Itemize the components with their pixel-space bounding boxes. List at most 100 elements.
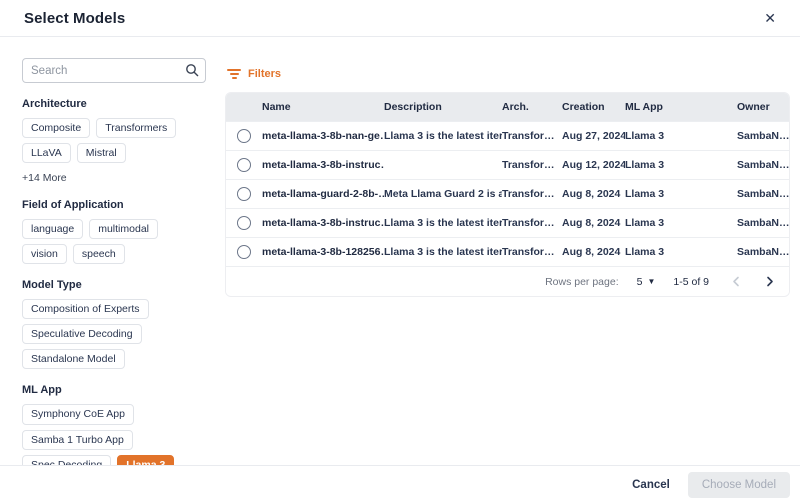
dialog-body: Architecture Composite Transformers LLaV… <box>0 37 800 465</box>
column-header[interactable]: Description <box>384 101 502 113</box>
model-name: meta-llama-3-8b-128256… <box>262 246 384 258</box>
filter-chip[interactable]: speech <box>73 244 125 264</box>
filter-chip[interactable]: Standalone Model <box>22 349 125 369</box>
model-name: meta-llama-3-8b-instruc… <box>262 217 384 229</box>
next-page-icon[interactable] <box>764 276 775 287</box>
table-body: meta-llama-3-8b-nan-ge… Llama 3 is the l… <box>226 121 789 266</box>
filter-chip[interactable]: Transformers <box>96 118 176 138</box>
select-models-dialog: Select Models ✕ Architecture <box>0 0 800 504</box>
pagination-nav <box>731 276 775 287</box>
filter-section-heading: Architecture <box>22 98 206 110</box>
row-radio-cell <box>226 216 262 230</box>
model-arch: Transfor… <box>502 246 562 258</box>
table-pagination: Rows per page: 5 ▼ 1-5 of 9 <box>226 266 789 296</box>
model-description: Llama 3 is the latest itera… <box>384 217 502 229</box>
filter-chip[interactable]: LLaVA <box>22 143 71 163</box>
table-row[interactable]: meta-llama-3-8b-nan-ge… Llama 3 is the l… <box>226 121 789 150</box>
model-name: meta-llama-3-8b-instruc… <box>262 159 384 171</box>
model-description: Llama 3 is the latest itera… <box>384 246 502 258</box>
row-radio-cell <box>226 245 262 259</box>
filter-chip[interactable]: Samba 1 Turbo App <box>22 430 133 450</box>
choose-model-button[interactable]: Choose Model <box>688 472 790 498</box>
model-owner: SambaN… <box>737 159 789 171</box>
column-header[interactable]: ML App <box>625 101 737 113</box>
cancel-button[interactable]: Cancel <box>632 479 670 491</box>
filter-chip[interactable]: Speculative Decoding <box>22 324 142 344</box>
row-radio-cell <box>226 187 262 201</box>
table-row[interactable]: meta-llama-guard-2-8b-… Meta Llama Guard… <box>226 179 789 208</box>
column-header[interactable]: Owner <box>737 101 789 113</box>
filter-icon <box>227 69 241 79</box>
model-description: Meta Llama Guard 2 is an … <box>384 188 502 200</box>
model-arch: Transfor… <box>502 130 562 142</box>
filter-chip[interactable]: multimodal <box>89 219 158 239</box>
model-owner: SambaN… <box>737 246 789 258</box>
model-name: meta-llama-3-8b-nan-ge… <box>262 130 384 142</box>
filter-chip[interactable]: vision <box>22 244 67 264</box>
table-header-row: Name Description Arch. Creation ML App O… <box>226 93 789 121</box>
models-table: Name Description Arch. Creation ML App O… <box>225 92 790 297</box>
filter-chip-group: Composite Transformers LLaVA Mistral <box>22 118 206 163</box>
filter-sections: Architecture Composite Transformers LLaV… <box>22 98 206 504</box>
model-owner: SambaN… <box>737 188 789 200</box>
model-arch: Transfor… <box>502 159 562 171</box>
table-row[interactable]: meta-llama-3-8b-instruc… Transfor… Aug 1… <box>226 150 789 179</box>
table-row[interactable]: meta-llama-3-8b-instruc… Llama 3 is the … <box>226 208 789 237</box>
filter-section-heading: ML App <box>22 384 206 396</box>
chevron-down-icon: ▼ <box>647 277 655 286</box>
model-name: meta-llama-guard-2-8b-… <box>262 188 384 200</box>
filter-chip[interactable]: language <box>22 219 83 239</box>
dialog-header: Select Models ✕ <box>0 0 800 37</box>
models-content: Filters Name Description Arch. Creation … <box>225 58 790 465</box>
filter-chip[interactable]: Symphony CoE App <box>22 404 134 424</box>
model-creation-date: Aug 8, 2024 <box>562 217 625 229</box>
model-ml-app: Llama 3 <box>625 159 737 171</box>
model-owner: SambaN… <box>737 217 789 229</box>
model-description: Llama 3 is the latest itera… <box>384 130 502 142</box>
search-box <box>22 58 206 83</box>
filter-chip-group: Composition of Experts Speculative Decod… <box>22 299 206 369</box>
column-header[interactable]: Arch. <box>502 101 562 113</box>
model-ml-app: Llama 3 <box>625 217 737 229</box>
filter-section-heading: Model Type <box>22 279 206 291</box>
row-radio-button[interactable] <box>237 129 251 143</box>
model-owner: SambaN… <box>737 130 789 142</box>
model-arch: Transfor… <box>502 217 562 229</box>
model-creation-date: Aug 12, 2024 <box>562 159 625 171</box>
model-ml-app: Llama 3 <box>625 246 737 258</box>
row-radio-button[interactable] <box>237 158 251 172</box>
row-radio-button[interactable] <box>237 245 251 259</box>
dialog-footer: Cancel Choose Model <box>0 465 800 504</box>
filter-sidebar: Architecture Composite Transformers LLaV… <box>22 58 206 465</box>
rows-per-page-label: Rows per page: <box>545 276 619 288</box>
table-row[interactable]: meta-llama-3-8b-128256… Llama 3 is the l… <box>226 237 789 266</box>
search-input[interactable] <box>22 58 206 83</box>
row-radio-button[interactable] <box>237 187 251 201</box>
show-more-link[interactable]: +14 More <box>22 172 206 184</box>
model-creation-date: Aug 27, 2024 <box>562 130 625 142</box>
filters-button[interactable]: Filters <box>227 68 281 80</box>
filter-chip[interactable]: Composition of Experts <box>22 299 149 319</box>
filter-section: Field of Application language multimodal… <box>22 199 206 264</box>
previous-page-icon[interactable] <box>731 276 742 287</box>
filters-button-label: Filters <box>248 68 281 80</box>
close-icon[interactable]: ✕ <box>762 9 778 27</box>
rows-per-page-value: 5 <box>637 276 643 288</box>
filter-section: Model Type Composition of Experts Specul… <box>22 279 206 369</box>
dialog-title: Select Models <box>24 10 125 27</box>
filter-section-heading: Field of Application <box>22 199 206 211</box>
filter-chip-group: language multimodal vision speech <box>22 219 206 264</box>
row-radio-button[interactable] <box>237 216 251 230</box>
model-arch: Transfor… <box>502 188 562 200</box>
filter-chip[interactable]: Composite <box>22 118 90 138</box>
model-ml-app: Llama 3 <box>625 130 737 142</box>
column-header[interactable]: Creation <box>562 101 625 113</box>
filter-section: Architecture Composite Transformers LLaV… <box>22 98 206 184</box>
row-radio-cell <box>226 129 262 143</box>
column-header[interactable]: Name <box>262 101 384 113</box>
rows-per-page-select[interactable]: 5 ▼ <box>637 276 656 288</box>
pagination-range: 1-5 of 9 <box>673 276 709 288</box>
model-ml-app: Llama 3 <box>625 188 737 200</box>
filter-chip[interactable]: Mistral <box>77 143 126 163</box>
model-creation-date: Aug 8, 2024 <box>562 188 625 200</box>
